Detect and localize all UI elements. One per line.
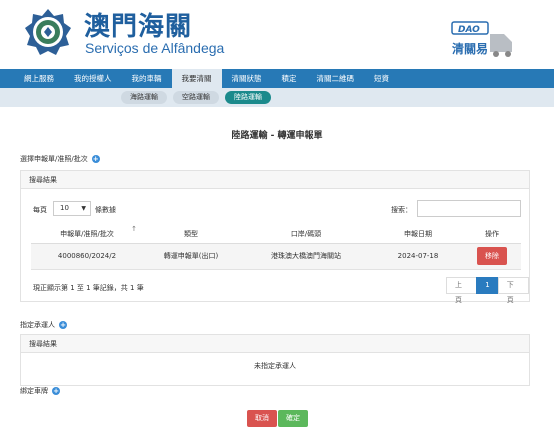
- nav-item-records[interactable]: 積定: [272, 69, 307, 88]
- column-header-ref-label: 申報單/准照/批次: [60, 229, 114, 238]
- page-size-value: 10: [60, 204, 69, 212]
- nav-item-clearance[interactable]: 我要清關: [171, 69, 222, 88]
- main-nav: 網上服務 我的授權人 我的車輛 我要清關 清關狀態 積定 清關二維碼 短資: [0, 69, 554, 88]
- declaration-results-panel: 搜尋結果 每頁 10 ▼ 條數據 搜索： 申報單/准照/批次 ↑ 類型 口岸/碼頭…: [20, 170, 530, 304]
- add-carrier-plus-icon[interactable]: +: [59, 321, 67, 329]
- nav-item-my-authorized[interactable]: 我的授權人: [64, 69, 122, 88]
- confirm-button[interactable]: 確定: [278, 410, 308, 427]
- pagination-next-button[interactable]: 下頁: [497, 277, 529, 304]
- chevron-down-icon: ▼: [81, 205, 86, 212]
- search-label: 搜索：: [391, 206, 412, 214]
- remove-button[interactable]: 移除: [477, 247, 507, 265]
- customs-emblem-icon: [25, 9, 71, 55]
- page-size-suffix: 條數據: [95, 206, 116, 214]
- sub-nav: 海路運輸 空路運輸 陸路運輸: [0, 88, 554, 107]
- table-row: 4000860/2024/2 轉運申報單(出口) 港珠澳大橋澳門海關站 2024…: [31, 243, 521, 270]
- cell-date: 2024-07-18: [373, 243, 463, 270]
- section-select-declaration-label: 選擇申報單/准照/批次: [20, 155, 88, 163]
- pagination-prev-button[interactable]: 上頁: [446, 277, 478, 304]
- declaration-table: 申報單/准照/批次 ↑ 類型 口岸/碼頭 申報日期 操作 4000860/2024…: [31, 225, 521, 270]
- column-header-type[interactable]: 類型: [143, 225, 239, 244]
- nav-item-online-services[interactable]: 網上服務: [14, 69, 64, 88]
- carrier-panel-title: 搜尋結果: [21, 335, 529, 353]
- search-input[interactable]: [417, 200, 521, 217]
- carrier-empty-text: 未指定承運人: [254, 362, 296, 370]
- subnav-land-transport[interactable]: 陸路運輸: [225, 91, 271, 104]
- site-title-chinese: 澳門海關: [84, 12, 193, 42]
- subnav-sea-transport[interactable]: 海路運輸: [121, 91, 167, 104]
- table-header-row: 申報單/准照/批次 ↑ 類型 口岸/碼頭 申報日期 操作: [31, 225, 521, 244]
- carrier-results-panel: 搜尋結果 未指定承運人: [20, 334, 530, 386]
- column-header-date[interactable]: 申報日期: [373, 225, 463, 244]
- nav-item-my-vehicles[interactable]: 我的車輛: [122, 69, 172, 88]
- nav-item-clearance-status[interactable]: 清關狀態: [222, 69, 272, 88]
- nav-item-messages[interactable]: 短資: [364, 69, 399, 88]
- pagination-page-1[interactable]: 1: [476, 277, 499, 294]
- dao-brand-text: DAO: [458, 25, 480, 35]
- sort-ascending-icon: ↑: [131, 225, 137, 233]
- page-size-prefix: 每頁: [33, 206, 47, 214]
- column-header-ref[interactable]: 申報單/准照/批次 ↑: [31, 225, 143, 244]
- add-declaration-plus-icon[interactable]: +: [91, 155, 100, 163]
- cell-port: 港珠澳大橋澳門海關站: [239, 243, 373, 270]
- subnav-air-transport[interactable]: 空路運輸: [173, 91, 219, 104]
- dao-brand-subtitle: 清關易: [452, 42, 489, 56]
- declaration-panel-title: 搜尋結果: [21, 171, 529, 189]
- pagination: 上頁 1 下頁: [446, 277, 529, 304]
- section-carrier-label: 指定承運人: [20, 321, 55, 329]
- section-license-plate: 綁定車牌 +: [20, 386, 60, 396]
- site-header: 澳門海關 Serviços de Alfândega DAO 清關易: [0, 0, 554, 68]
- site-title-portuguese: Serviços de Alfândega: [85, 40, 225, 56]
- section-license-plate-label: 綁定車牌: [20, 387, 48, 395]
- page-title: 陸路運輸 - 轉運申報單: [231, 131, 323, 141]
- cancel-button[interactable]: 取消: [247, 410, 277, 427]
- column-header-action: 操作: [463, 225, 521, 244]
- nav-item-qr-code[interactable]: 清關二維碼: [307, 69, 365, 88]
- column-header-port[interactable]: 口岸/碼頭: [239, 225, 373, 244]
- cell-type: 轉運申報單(出口): [143, 243, 239, 270]
- table-info-text: 現正顯示第 1 至 1 筆記錄，共 1 筆: [33, 284, 144, 292]
- page-size-select[interactable]: 10 ▼: [53, 201, 91, 216]
- cell-action: 移除: [463, 243, 521, 270]
- cell-ref: 4000860/2024/2: [31, 243, 143, 270]
- section-carrier: 指定承運人 +: [20, 320, 67, 330]
- add-plate-plus-icon[interactable]: +: [52, 387, 60, 395]
- section-select-declaration: 選擇申報單/准照/批次 +: [20, 154, 100, 164]
